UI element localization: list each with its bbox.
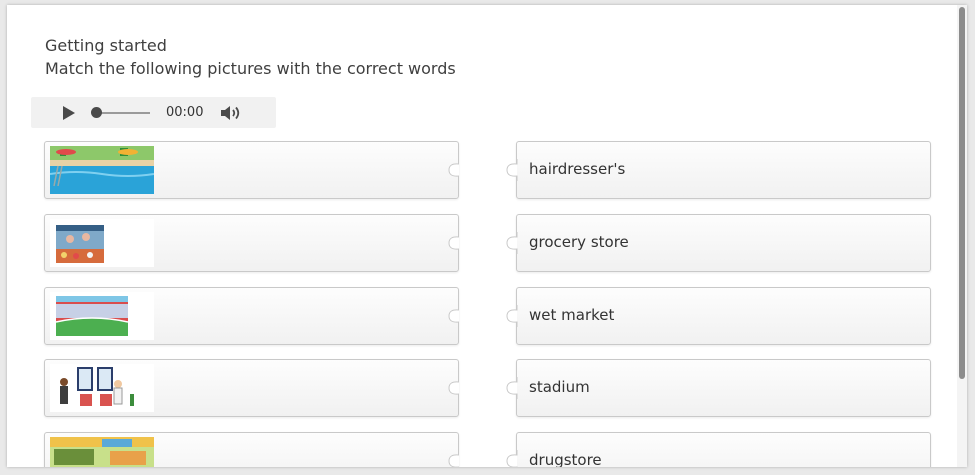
picture-tile-3[interactable] (44, 287, 459, 345)
play-icon[interactable] (63, 106, 75, 120)
word-label: grocery store (529, 233, 629, 251)
puzzle-notch (448, 305, 459, 327)
activity-card: Getting started Match the following pict… (7, 5, 967, 467)
grocery-store-image (50, 437, 154, 467)
puzzle-notch (506, 450, 518, 467)
picture-tile-1[interactable] (44, 141, 459, 199)
puzzle-notch (448, 377, 459, 399)
instructions: Getting started Match the following pict… (45, 34, 456, 80)
word-label: drugstore (529, 451, 602, 467)
picture-tile-4[interactable] (44, 359, 459, 417)
picture-tile-2[interactable] (44, 214, 459, 272)
word-tile-3[interactable]: wet market (506, 287, 931, 345)
activity-title: Getting started (45, 36, 167, 55)
puzzle-notch (506, 377, 518, 399)
puzzle-notch (448, 232, 459, 254)
hairdresser-image (50, 364, 154, 412)
audio-progress-handle[interactable] (91, 107, 102, 118)
stadium-image (50, 292, 154, 340)
puzzle-notch (506, 232, 518, 254)
audio-player: 00:00 (31, 97, 276, 128)
word-tile-1[interactable]: hairdresser's (506, 141, 931, 199)
word-label: hairdresser's (529, 160, 626, 178)
puzzle-notch (506, 305, 518, 327)
vertical-scrollbar[interactable] (957, 5, 967, 467)
word-label: wet market (529, 306, 615, 324)
puzzle-notch (506, 159, 518, 181)
activity-instruction: Match the following pictures with the co… (45, 59, 456, 78)
wet-market-stall-image (50, 219, 154, 267)
word-tile-5[interactable]: drugstore (506, 432, 931, 467)
volume-icon[interactable] (219, 104, 243, 122)
picture-tile-5[interactable] (44, 432, 459, 467)
audio-time: 00:00 (166, 105, 204, 120)
word-tile-2[interactable]: grocery store (506, 214, 931, 272)
puzzle-notch (448, 450, 459, 467)
swimming-pool-image (50, 146, 154, 194)
word-label: stadium (529, 378, 590, 396)
word-tile-4[interactable]: stadium (506, 359, 931, 417)
puzzle-notch (448, 159, 459, 181)
scrollbar-thumb[interactable] (959, 7, 965, 379)
